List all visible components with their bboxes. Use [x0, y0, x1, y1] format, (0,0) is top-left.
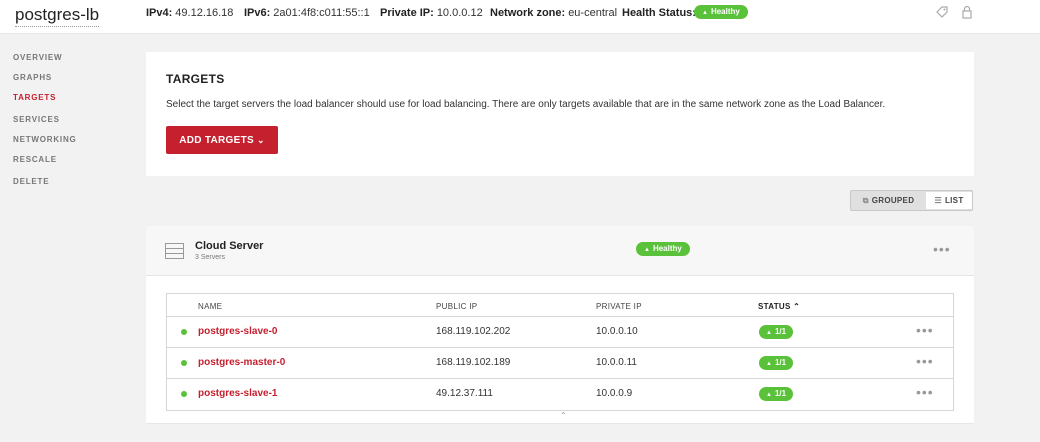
- ipv4-value[interactable]: 49.12.16.18: [175, 7, 233, 19]
- column-header-status-label: STATUS: [758, 302, 791, 311]
- private-ip-info: Private IP: 10.0.0.12: [380, 0, 483, 26]
- top-header: postgres-lb IPv4: 49.12.16.18 IPv6: 2a01:4…: [0, 0, 1040, 34]
- group-status-badge: ▲ Healthy: [636, 242, 690, 256]
- triangle-up-icon: ▲: [766, 361, 772, 367]
- triangle-up-icon: ▲: [644, 247, 650, 253]
- lock-icon[interactable]: [959, 5, 975, 21]
- table-row[interactable]: postgres-slave-0 168.119.102.202 10.0.0.…: [167, 316, 953, 346]
- group-more-icon[interactable]: •••: [933, 242, 951, 256]
- load-balancer-title[interactable]: postgres-lb: [15, 4, 100, 27]
- targets-title: TARGETS: [166, 72, 225, 86]
- network-zone-value: eu-central: [568, 7, 618, 19]
- group-header[interactable]: Cloud Server 3 Servers ▲ Healthy •••: [146, 226, 974, 276]
- status-dot: [181, 360, 187, 366]
- targets-table: NAME PUBLIC IP PRIVATE IP STATUS ⌃ postg…: [166, 293, 954, 411]
- group-name: Cloud Server: [195, 240, 264, 252]
- sidebar-item-services[interactable]: SERVICES: [13, 115, 60, 124]
- row-status-text: 1/1: [774, 327, 787, 336]
- health-status-text: Healthy: [710, 7, 740, 16]
- ipv6-value[interactable]: 2a01:4f8:c011:55::1: [273, 7, 369, 19]
- table-row[interactable]: postgres-slave-1 49.12.37.111 10.0.0.9 ▲…: [167, 378, 953, 408]
- server-name-link[interactable]: postgres-slave-1: [198, 388, 277, 399]
- chevron-down-icon: ⌄: [256, 135, 265, 145]
- ipv6-info: IPv6: 2a01:4f8:c011:55::1: [244, 0, 370, 26]
- triangle-up-icon: ▲: [766, 330, 772, 336]
- sidebar-item-networking[interactable]: NETWORKING: [13, 135, 77, 144]
- tag-icon[interactable]: [934, 5, 950, 21]
- row-more-icon[interactable]: •••: [916, 323, 934, 337]
- private-ip-cell: 10.0.0.9: [596, 388, 633, 399]
- health-status-info: Health Status:: [622, 0, 699, 26]
- row-more-icon[interactable]: •••: [916, 385, 934, 399]
- status-dot: [181, 329, 187, 335]
- grouped-icon: ⧉: [862, 196, 869, 205]
- row-status-badge: ▲ 1/1: [759, 356, 794, 370]
- public-ip-cell: 168.119.102.189: [436, 357, 511, 368]
- health-status-badge: ▲ Healthy: [694, 5, 748, 19]
- group-status-text: Healthy: [652, 244, 682, 253]
- list-view-button[interactable]: ☰ LIST: [926, 192, 972, 209]
- row-status-text: 1/1: [774, 358, 787, 367]
- table-row[interactable]: postgres-master-0 168.119.102.189 10.0.0…: [167, 347, 953, 377]
- list-view-label: LIST: [944, 196, 964, 205]
- private-ip-cell: 10.0.0.11: [596, 357, 637, 368]
- triangle-up-icon: ▲: [766, 392, 772, 398]
- sidebar-item-graphs[interactable]: GRAPHS: [13, 73, 52, 82]
- private-ip-cell: 10.0.0.10: [596, 326, 638, 337]
- network-zone-label: Network zone:: [490, 7, 566, 19]
- group-server-count: 3 Servers: [195, 254, 225, 261]
- sidebar-item-delete[interactable]: DELETE: [13, 177, 49, 186]
- public-ip-cell: 168.119.102.202: [436, 326, 511, 337]
- server-name-link[interactable]: postgres-master-0: [198, 357, 285, 368]
- ipv6-label: IPv6:: [244, 7, 271, 19]
- grouped-view-button[interactable]: ⧉ GROUPED: [852, 192, 925, 209]
- add-targets-button[interactable]: ADD TARGETS ⌄: [166, 126, 278, 154]
- row-status-badge: ▲ 1/1: [759, 325, 794, 339]
- column-header-private-ip[interactable]: PRIVATE IP: [596, 302, 642, 311]
- server-icon: [165, 243, 184, 259]
- row-status-text: 1/1: [774, 389, 787, 398]
- health-status-label: Health Status:: [622, 7, 696, 19]
- view-toggle: ⧉ GROUPED ☰ LIST: [850, 190, 973, 211]
- targets-card: TARGETS Select the target servers the lo…: [146, 52, 974, 176]
- ipv4-info: IPv4: 49.12.16.18: [146, 0, 233, 26]
- sidebar-item-rescale[interactable]: RESCALE: [13, 155, 57, 164]
- sidebar-item-targets[interactable]: TARGETS: [13, 93, 56, 102]
- targets-description: Select the target servers the load balan…: [166, 99, 886, 110]
- server-name-link[interactable]: postgres-slave-0: [198, 326, 277, 337]
- row-more-icon[interactable]: •••: [916, 354, 934, 368]
- triangle-up-icon: ▲: [702, 10, 708, 16]
- column-header-name[interactable]: NAME: [198, 302, 222, 311]
- add-targets-label: ADD TARGETS: [179, 135, 254, 146]
- collapse-chevron-up-icon[interactable]: ⌃: [560, 411, 567, 420]
- column-header-status[interactable]: STATUS ⌃: [758, 302, 800, 311]
- grouped-view-label: GROUPED: [871, 196, 915, 205]
- list-icon: ☰: [934, 196, 942, 205]
- status-dot: [181, 391, 187, 397]
- sidebar-item-overview[interactable]: OVERVIEW: [13, 53, 62, 62]
- column-header-public-ip[interactable]: PUBLIC IP: [436, 302, 477, 311]
- row-status-badge: ▲ 1/1: [759, 387, 794, 401]
- sort-ascending-icon: ⌃: [793, 302, 801, 311]
- public-ip-cell: 49.12.37.111: [436, 388, 493, 399]
- private-ip-label: Private IP:: [380, 7, 434, 19]
- private-ip-value[interactable]: 10.0.0.12: [437, 7, 483, 19]
- ipv4-label: IPv4:: [146, 7, 173, 19]
- network-zone-info: Network zone: eu-central: [490, 0, 617, 26]
